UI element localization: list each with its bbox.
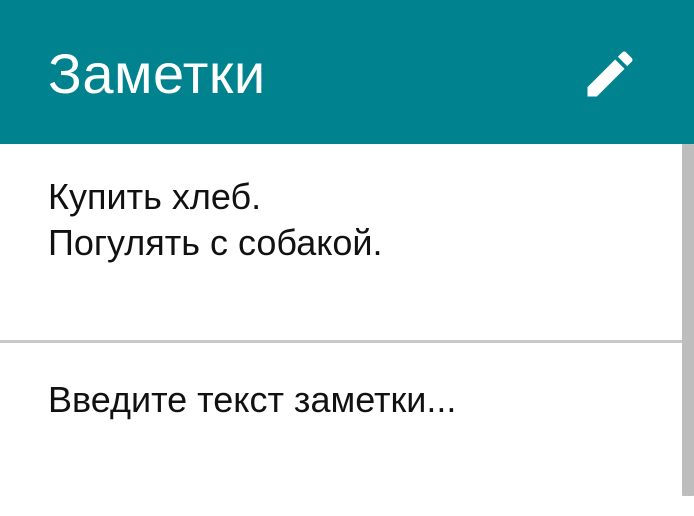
- page-title: Заметки: [48, 42, 266, 105]
- notes-content: Купить хлеб. Погулять с собакой.: [0, 144, 694, 516]
- note-text: Купить хлеб. Погулять с собакой.: [48, 176, 383, 263]
- scrollbar[interactable]: [682, 144, 694, 496]
- note-item[interactable]: Купить хлеб. Погулять с собакой.: [0, 144, 682, 340]
- note-input[interactable]: [48, 378, 648, 422]
- edit-button[interactable]: [574, 38, 646, 110]
- notes-app: Заметки Купить хлеб. Погулять с собакой.: [0, 0, 694, 516]
- app-bar: Заметки: [0, 0, 694, 144]
- divider: [0, 340, 694, 343]
- pencil-icon: [587, 51, 633, 97]
